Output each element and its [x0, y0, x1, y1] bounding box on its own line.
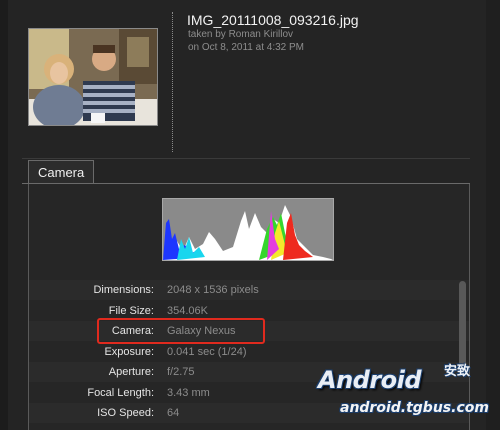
exif-value: 0.041 sec (1/24): [167, 345, 247, 358]
photo-author: taken by Roman Kirillov: [188, 29, 294, 40]
left-pane-edge: [0, 0, 8, 430]
exif-label: Exposure:: [104, 345, 154, 358]
photo-meta: IMG_20111008_093216.jpg taken by Roman K…: [187, 12, 359, 54]
photo-filename: IMG_20111008_093216.jpg: [187, 12, 359, 28]
watermark-cn: 安致: [444, 363, 471, 378]
info-tabbar: Camera: [22, 160, 470, 184]
exif-label: ISO Speed:: [97, 407, 154, 419]
exif-row-exposure: Exposure: 0.041 sec (1/24): [29, 341, 469, 362]
watermark-url: android.tgbus.com: [340, 400, 489, 416]
camera-row-highlight: [97, 318, 265, 344]
histogram: [162, 198, 334, 261]
exif-row-dimensions: Dimensions: 2048 x 1536 pixels: [29, 280, 469, 300]
tab-camera[interactable]: Camera: [28, 160, 95, 184]
section-divider: [22, 158, 470, 159]
exif-value: f/2.75: [167, 366, 195, 378]
exif-label: Dimensions:: [93, 284, 154, 296]
exif-value: 3.43 mm: [167, 386, 210, 399]
watermark: Android 安致 android.tgbus.com: [318, 363, 500, 430]
exif-value: 64: [167, 407, 180, 419]
exif-label: Aperture:: [108, 366, 154, 378]
photo-date: on Oct 8, 2011 at 4:32 PM: [188, 42, 304, 53]
watermark-brand: Android: [318, 366, 422, 394]
header-separator: [172, 12, 173, 152]
exif-value: 2048 x 1536 pixels: [167, 284, 259, 296]
photo-thumbnail[interactable]: [28, 28, 158, 126]
exif-label: Focal Length:: [87, 386, 154, 399]
